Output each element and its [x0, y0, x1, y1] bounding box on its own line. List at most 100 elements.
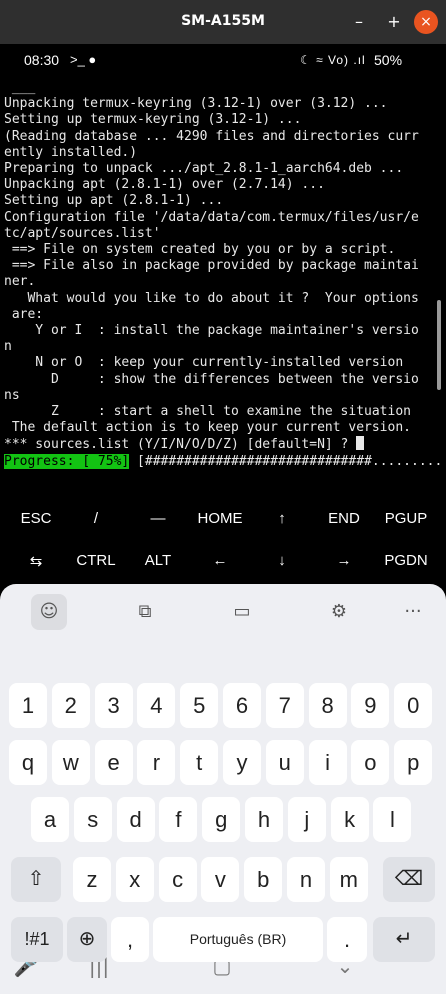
- extra-key-row2-4[interactable]: ↓: [252, 552, 312, 569]
- key-h[interactable]: h: [245, 797, 283, 842]
- backspace-key[interactable]: ⌫: [383, 857, 435, 902]
- extra-key-row2-6[interactable]: PGDN: [376, 552, 436, 569]
- terminal-line: D : show the differences between the ver…: [4, 371, 419, 387]
- window-titlebar: SM-A155M – + ×: [0, 0, 446, 44]
- key-j[interactable]: j: [287, 797, 326, 842]
- terminal-line: Setting up termux-keyring (3.12-1) ...: [4, 112, 302, 128]
- terminal-line: ==> File also in package provided by pac…: [4, 258, 419, 274]
- minimize-button[interactable]: –: [347, 10, 371, 34]
- terminal-line: Unpacking apt (2.8.1-1) over (2.7.14) ..…: [4, 177, 325, 193]
- terminal-line: n: [4, 339, 12, 355]
- terminal-line: ___: [4, 80, 36, 95]
- extra-key-2[interactable]: —: [128, 510, 188, 527]
- key-c[interactable]: c: [158, 857, 197, 902]
- key-5[interactable]: 5: [180, 683, 219, 728]
- terminal-line: (Reading database ... 4290 files and dir…: [4, 128, 419, 144]
- key-u[interactable]: u: [265, 740, 304, 785]
- key-9[interactable]: 9: [351, 683, 390, 728]
- terminal-cursor: [356, 436, 365, 451]
- close-button[interactable]: ×: [414, 10, 438, 34]
- extra-key-4[interactable]: ↑: [252, 510, 312, 527]
- progress-label: Progress: [ 75%]: [4, 453, 130, 469]
- key-6[interactable]: 6: [223, 683, 261, 728]
- terminal-line: Unpacking termux-keyring (3.12-1) over (…: [4, 96, 388, 112]
- terminal-scrollbar[interactable]: [437, 300, 441, 390]
- terminal-line: tc/apt/sources.list': [4, 225, 161, 241]
- key-0[interactable]: 0: [394, 683, 433, 728]
- extra-key-row2-5[interactable]: →: [314, 552, 374, 569]
- language-key[interactable]: ⊕: [67, 917, 107, 962]
- key-k[interactable]: k: [330, 797, 369, 842]
- extra-key-1[interactable]: /: [66, 510, 126, 527]
- key-m[interactable]: m: [329, 857, 368, 902]
- extra-key-row2-1[interactable]: CTRL: [66, 552, 126, 569]
- key-n[interactable]: n: [287, 857, 325, 902]
- terminal-line: N or O : keep your currently-installed v…: [4, 355, 404, 371]
- key-e[interactable]: e: [94, 740, 133, 785]
- key-w[interactable]: w: [51, 740, 90, 785]
- window-title: SM-A155M: [181, 13, 265, 29]
- terminal-line: What would you like to do about it ? You…: [4, 290, 419, 306]
- progress-bar: [#############################.........]: [129, 453, 440, 469]
- clipboard-icon[interactable]: ▭: [224, 594, 260, 630]
- extra-key-3[interactable]: HOME: [190, 510, 250, 527]
- terminal-output[interactable]: ___ Unpacking termux-keyring (3.12-1) ove…: [4, 80, 440, 498]
- clipboard-edit-icon[interactable]: ⧉: [127, 594, 163, 630]
- symbols-key[interactable]: !#1: [11, 917, 63, 962]
- key-g[interactable]: g: [202, 797, 241, 842]
- terminal-line: ner.: [4, 274, 36, 290]
- extra-key-0[interactable]: ESC: [6, 510, 66, 527]
- key-b[interactable]: b: [244, 857, 283, 902]
- terminal-line: are:: [4, 306, 44, 322]
- extra-key-row2-2[interactable]: ALT: [128, 552, 188, 569]
- key-2[interactable]: 2: [51, 683, 90, 728]
- key-d[interactable]: d: [116, 797, 155, 842]
- comma-key[interactable]: ,: [111, 917, 149, 962]
- terminal-line: *** sources.list (Y/I/N/O/D/Z) [default=…: [4, 436, 440, 453]
- key-y[interactable]: y: [223, 740, 261, 785]
- key-p[interactable]: p: [394, 740, 433, 785]
- key-t[interactable]: t: [180, 740, 219, 785]
- enter-key[interactable]: ↵: [373, 917, 435, 962]
- key-1[interactable]: 1: [9, 683, 47, 728]
- more-icon[interactable]: ···: [395, 594, 431, 630]
- shift-key[interactable]: ⇧: [11, 857, 61, 902]
- extra-key-6[interactable]: PGUP: [376, 510, 436, 527]
- terminal-line: Y or I : install the package maintainer'…: [4, 323, 419, 339]
- terminal-line: Setting up apt (2.8.1-1) ...: [4, 193, 224, 209]
- status-time: 08:30: [24, 52, 60, 68]
- gear-icon[interactable]: ⚙: [321, 594, 357, 630]
- period-key[interactable]: .: [327, 917, 367, 962]
- key-v[interactable]: v: [201, 857, 240, 902]
- terminal-line: Preparing to unpack .../apt_2.8.1-1_aarc…: [4, 161, 404, 177]
- key-7[interactable]: 7: [265, 683, 304, 728]
- key-f[interactable]: f: [159, 797, 198, 842]
- key-8[interactable]: 8: [308, 683, 347, 728]
- key-o[interactable]: o: [351, 740, 390, 785]
- key-a[interactable]: a: [31, 797, 69, 842]
- key-q[interactable]: q: [9, 740, 47, 785]
- terminal-line: ==> File on system created by you or by …: [4, 242, 396, 258]
- extra-key-5[interactable]: END: [314, 510, 374, 527]
- space-key[interactable]: Português (BR): [153, 917, 323, 962]
- key-3[interactable]: 3: [94, 683, 133, 728]
- key-l[interactable]: l: [373, 797, 412, 842]
- extra-keys-bar: ESC / — HOME ↑ END PGUP ⇆ CTRL ALT ← ↓ → PGDN: [0, 504, 446, 588]
- terminal-line: ns: [4, 387, 20, 403]
- extra-key-row2-3[interactable]: ←: [190, 552, 250, 569]
- key-4[interactable]: 4: [137, 683, 176, 728]
- terminal-line: ently installed.): [4, 144, 138, 160]
- terminal-line: The default action is to keep your curre…: [4, 420, 411, 436]
- notification-icons: >_ ●: [70, 52, 97, 67]
- emoji-icon[interactable]: ☺: [31, 594, 67, 630]
- key-s[interactable]: s: [73, 797, 112, 842]
- key-i[interactable]: i: [308, 740, 347, 785]
- key-r[interactable]: r: [137, 740, 176, 785]
- terminal-line: Z : start a shell to examine the situati…: [4, 404, 411, 420]
- key-x[interactable]: x: [115, 857, 154, 902]
- key-z[interactable]: z: [73, 857, 111, 902]
- maximize-button[interactable]: +: [382, 10, 406, 34]
- extra-key-row2-0[interactable]: ⇆: [6, 552, 66, 570]
- terminal-line: Configuration file '/data/data/com.termu…: [4, 209, 419, 225]
- signal-icons: ☾ ≈ Vo) .ıl: [300, 53, 366, 67]
